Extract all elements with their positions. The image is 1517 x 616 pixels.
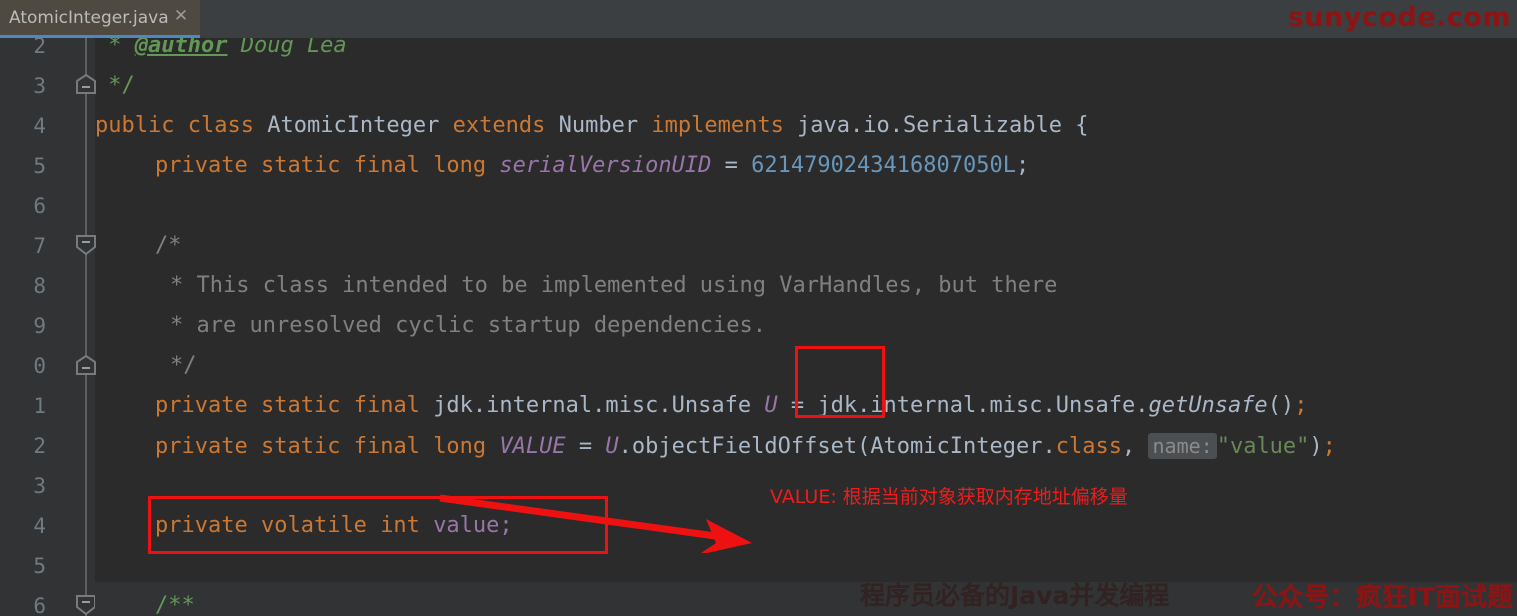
code-line[interactable]: * @author Doug Lea [95, 38, 347, 66]
fold-marker-collapse-icon[interactable] [74, 234, 98, 256]
line-number: 4 [0, 114, 46, 138]
code-line[interactable]: * This class intended to be implemented … [170, 266, 1057, 306]
token-kw-private: private [155, 434, 248, 459]
code-line[interactable]: */ [95, 66, 135, 106]
token-literal-serialversionuid: 6214790243416807050L [751, 153, 1016, 178]
line-number: 4 [0, 514, 46, 538]
token-comment-open: /* [155, 233, 182, 258]
token-type-atomicinteger: AtomicInteger [267, 113, 439, 138]
code-line[interactable]: private static final jdk.internal.misc.U… [155, 386, 1307, 426]
token-type-serializable: java.io.Serializable { [797, 113, 1088, 138]
tab-atomicinteger-java[interactable]: AtomicInteger.java ✕ [0, 0, 200, 35]
token-field-serialversionuid: serialVersionUID [499, 153, 711, 178]
code-line[interactable]: public class AtomicInteger extends Numbe… [95, 106, 1088, 146]
line-number: 1 [0, 394, 46, 418]
code-line[interactable]: private static final long serialVersionU… [155, 146, 1029, 186]
fold-marker-collapse-icon[interactable] [74, 354, 98, 376]
token-comment-line-8: * This class intended to be implemented … [170, 273, 1057, 298]
token-javadoc-close: */ [95, 73, 135, 98]
line-number: 7 [0, 234, 46, 258]
token-kw-private: private [155, 393, 248, 418]
ide-window: AtomicInteger.java ✕ sunycode.com 2 3 4 … [0, 0, 1517, 616]
token-kw-implements: implements [651, 113, 783, 138]
code-line[interactable]: private static final long VALUE = U.obje… [155, 426, 1336, 466]
annotation-box-unsafe-var [795, 346, 885, 418]
watermark-top: sunycode.com [1288, 2, 1511, 33]
token-kw-long: long [433, 434, 486, 459]
token-kw-public: public [95, 113, 174, 138]
token-javadoc-open: /** [155, 593, 195, 616]
code-editor[interactable]: 2 3 4 5 6 7 8 9 0 1 2 3 4 5 6 [0, 38, 1517, 616]
token-kw-static: static [261, 434, 340, 459]
line-number: 3 [0, 74, 46, 98]
close-icon[interactable]: ✕ [172, 7, 190, 25]
token-kw-final: final [354, 153, 420, 178]
token-kw-static: static [261, 393, 340, 418]
editor-tab-bar: AtomicInteger.java ✕ sunycode.com [0, 0, 1517, 38]
token-kw-final: final [354, 434, 420, 459]
token-javadoc-tag: @author [135, 38, 228, 58]
token-comment-line-9: * are unresolved cyclic startup dependen… [170, 313, 766, 338]
token-kw-static: static [261, 153, 340, 178]
code-line[interactable]: /* [155, 226, 182, 266]
line-number: 6 [0, 594, 46, 616]
token-kw-extends: extends [453, 113, 546, 138]
annotation-arrow-icon [430, 493, 780, 553]
code-line[interactable]: * are unresolved cyclic startup dependen… [170, 306, 766, 346]
tab-label: AtomicInteger.java [9, 8, 169, 28]
code-line[interactable]: /** [155, 586, 195, 616]
token-kw-private: private [155, 153, 248, 178]
line-number: 3 [0, 474, 46, 498]
token-kw-final: final [354, 393, 420, 418]
line-number: 2 [0, 434, 46, 458]
token-type-number: Number [559, 113, 638, 138]
line-number: 8 [0, 274, 46, 298]
token-javadoc-author: Doug Lea [227, 38, 346, 58]
annotation-value-note: VALUE: 根据当前对象获取内存地址偏移量 [770, 482, 1128, 509]
watermark-bottom: 公众号：疯狂IT面试题 [1252, 577, 1513, 614]
token-kw-long: long [433, 153, 486, 178]
line-number: 5 [0, 154, 46, 178]
line-number: 6 [0, 194, 46, 218]
token-type-unsafe: jdk.internal.misc.Unsafe [433, 393, 751, 418]
token-kw-class: class [188, 113, 254, 138]
token-comment-star: * [95, 38, 135, 58]
token-call-getunsafe: getUnsafe [1148, 393, 1267, 418]
code-line[interactable]: */ [170, 346, 197, 386]
line-number: 2 [0, 38, 46, 58]
token-ref-u: U [605, 434, 618, 459]
token-field-value-const: VALUE [499, 434, 565, 459]
token-comment-close: */ [170, 353, 197, 378]
token-kw-class-literal: class [1056, 434, 1122, 459]
line-number: 5 [0, 554, 46, 578]
line-number: 9 [0, 314, 46, 338]
line-number: 0 [0, 354, 46, 378]
token-string-value: "value" [1217, 434, 1310, 459]
watermark-faint: 程序员必备的Java并发编程 [860, 576, 1169, 612]
token-call-objectfieldoffset: .objectFieldOffset(AtomicInteger. [619, 434, 1056, 459]
inlay-hint-name: name: [1148, 433, 1216, 459]
token-field-u: U [764, 393, 777, 418]
